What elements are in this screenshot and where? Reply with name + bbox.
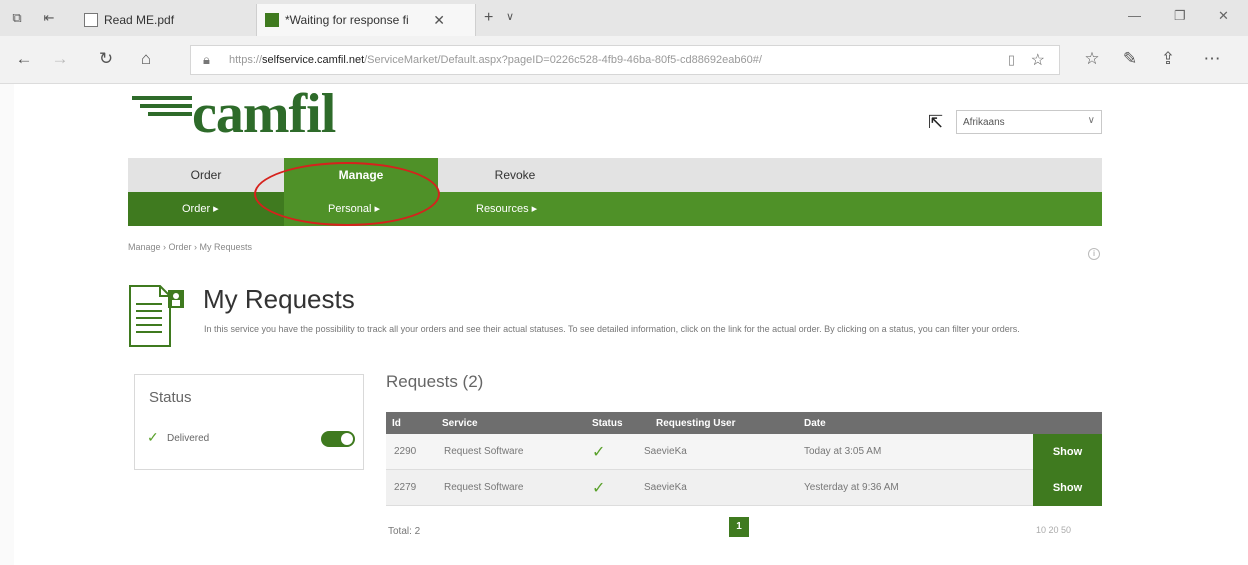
check-icon: ✓ xyxy=(147,429,159,445)
restore-icon[interactable]: ❐ xyxy=(1174,8,1186,24)
cell-user: SaevieKa xyxy=(644,482,687,493)
col-date[interactable]: Date xyxy=(804,418,826,429)
requests-table: Id Service Status Requesting User Date 2… xyxy=(386,412,1102,506)
chevron-down-icon: ∨ xyxy=(1087,115,1095,126)
page-size-options[interactable]: 10 20 50 xyxy=(1036,525,1071,535)
breadcrumb: Manage › Order › My Requests xyxy=(128,242,253,252)
favorite-star-icon[interactable]: ☆ xyxy=(1031,50,1045,70)
status-delivered-label[interactable]: Delivered xyxy=(167,433,209,444)
mouse-cursor-icon: ⇱ xyxy=(928,112,944,132)
table-row[interactable]: 2279 Request Software ✓ SaevieKa Yesterd… xyxy=(386,470,1102,506)
submenu-resources[interactable]: Resources ▸ xyxy=(476,192,596,226)
reading-view-icon[interactable]: ▯ xyxy=(1008,52,1015,68)
language-selected: Afrikaans xyxy=(963,117,1005,128)
language-select[interactable]: Afrikaans ∨ xyxy=(956,110,1102,134)
refresh-icon[interactable]: ↻ xyxy=(96,49,116,69)
check-icon[interactable]: ✓ xyxy=(592,442,605,462)
lock-icon: 🔒︎ xyxy=(203,52,210,67)
tab-actions-icon[interactable]: ⧉ xyxy=(8,9,26,27)
col-id[interactable]: Id xyxy=(392,418,401,429)
cell-id: 2290 xyxy=(394,446,417,457)
delivered-toggle[interactable] xyxy=(321,431,355,447)
favorites-hub-icon[interactable]: ☆ xyxy=(1082,49,1102,69)
minimize-icon[interactable]: — xyxy=(1128,8,1141,23)
page-button-current[interactable]: 1 xyxy=(729,517,749,537)
cell-service: Request Software xyxy=(444,482,524,493)
forward-icon[interactable]: → xyxy=(50,49,70,69)
table-row[interactable]: 2290 Request Software ✓ SaevieKa Today a… xyxy=(386,434,1102,470)
camfil-favicon-icon xyxy=(265,13,279,27)
pen-notes-icon[interactable]: ✎ xyxy=(1120,49,1140,69)
url-prefix: https:// xyxy=(229,54,263,66)
close-window-icon[interactable]: ✕ xyxy=(1218,8,1229,24)
highlight-annotation-circle xyxy=(254,162,440,226)
tab-label: *Waiting for response fi xyxy=(285,13,409,27)
tab-preview-chevron-icon[interactable]: ∨ xyxy=(506,10,514,23)
cell-id: 2279 xyxy=(394,482,417,493)
info-icon[interactable]: i xyxy=(1088,248,1100,260)
status-panel-title: Status xyxy=(149,389,192,406)
new-tab-icon[interactable]: + xyxy=(484,9,493,27)
cell-service: Request Software xyxy=(444,446,524,457)
page-title: My Requests xyxy=(203,284,355,314)
show-button[interactable]: Show xyxy=(1033,470,1102,506)
requests-title: Requests (2) xyxy=(386,372,484,391)
cell-user: SaevieKa xyxy=(644,446,687,457)
col-requesting-user[interactable]: Requesting User xyxy=(656,418,735,429)
share-icon[interactable]: ⇪ xyxy=(1158,49,1178,69)
check-icon[interactable]: ✓ xyxy=(592,478,605,498)
cell-date: Today at 3:05 AM xyxy=(804,446,882,457)
back-icon[interactable]: ← xyxy=(14,49,34,69)
menu-revoke[interactable]: Revoke xyxy=(438,158,592,192)
browser-nav-bar: ← → ↻ ⌂ 🔒︎ https://selfservice.camfil.ne… xyxy=(0,36,1248,84)
tab-label: Read ME.pdf xyxy=(104,13,175,27)
tab-waiting-for-response[interactable]: *Waiting for response fi ✕ xyxy=(256,4,476,36)
page-content: camfil ⇱ Afrikaans ∨ Order Manage Revoke… xyxy=(0,83,1248,565)
total-count: Total: 2 xyxy=(388,526,421,537)
table-header: Id Service Status Requesting User Date xyxy=(386,412,1102,434)
show-button[interactable]: Show xyxy=(1033,434,1102,470)
browser-tab-strip: ⧉ ⇤ Read ME.pdf *Waiting for response fi… xyxy=(0,0,1248,36)
col-status[interactable]: Status xyxy=(592,418,623,429)
url-path: /ServiceMarket/Default.aspx?pageID=0226c… xyxy=(364,54,762,66)
pdf-icon xyxy=(84,13,98,27)
camfil-logo[interactable]: camfil xyxy=(130,83,390,145)
address-bar[interactable]: 🔒︎ https://selfservice.camfil.net/Servic… xyxy=(190,45,1060,75)
document-icon xyxy=(128,278,186,348)
tab-read-me[interactable]: Read ME.pdf xyxy=(76,4,246,36)
logo-text: camfil xyxy=(192,83,336,145)
status-filter-panel: Status ✓ Delivered xyxy=(134,374,364,470)
cell-date: Yesterday at 9:36 AM xyxy=(804,482,899,493)
page-description: In this service you have the possibility… xyxy=(204,324,1020,334)
set-aside-tabs-icon[interactable]: ⇤ xyxy=(40,9,58,27)
more-menu-icon[interactable]: ⋯ xyxy=(1202,49,1222,69)
close-tab-icon[interactable]: ✕ xyxy=(433,12,445,29)
home-icon[interactable]: ⌂ xyxy=(136,49,156,69)
col-service[interactable]: Service xyxy=(442,418,478,429)
url-host: selfservice.camfil.net xyxy=(262,54,365,66)
